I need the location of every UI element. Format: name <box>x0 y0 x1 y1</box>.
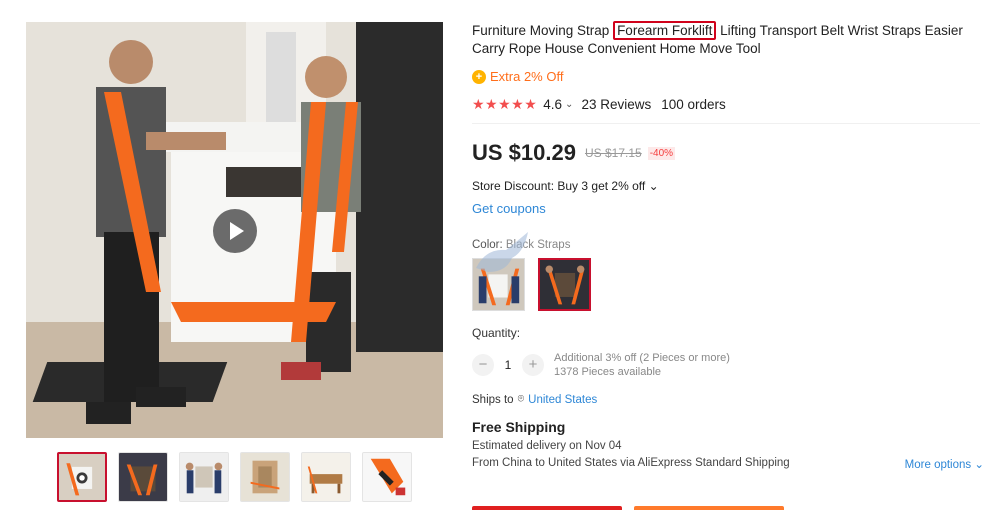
color-swatch-black[interactable] <box>538 258 591 311</box>
ships-to-label: Ships to <box>472 393 514 406</box>
coin-icon: + <box>472 69 486 84</box>
product-title: Furniture Moving Strap Forearm Forklift … <box>472 21 982 58</box>
shipping-route-row: From China to United States via AliExpre… <box>472 457 984 471</box>
get-coupons-link[interactable]: Get coupons <box>472 201 987 216</box>
thumbnail-1[interactable] <box>57 452 107 502</box>
reviews-link[interactable]: 23 Reviews <box>581 97 651 112</box>
thumbnail-5[interactable] <box>301 452 351 502</box>
thumbnail-4[interactable] <box>240 452 290 502</box>
chevron-down-icon: ⌄ <box>648 179 659 193</box>
quantity-row: − 1 + Additional 3% off (2 Pieces or mor… <box>472 351 987 379</box>
title-highlight: Forearm Forklift <box>613 21 717 40</box>
original-price: US $17.15 <box>584 146 642 160</box>
play-video-button[interactable] <box>213 209 257 253</box>
thumbnail-strip <box>57 452 412 502</box>
more-options-link[interactable]: More options ⌄ <box>905 457 984 471</box>
store-discount-text: Store Discount: Buy 3 get 2% off <box>472 179 646 193</box>
more-options-label: More options <box>904 459 972 471</box>
star-rating-icons: ★★★★★ <box>472 96 538 112</box>
quantity-bulk-discount: Additional 3% off (2 Pieces or more) <box>554 352 730 364</box>
price-row: US $10.29 US $17.15 -40% <box>472 140 987 166</box>
estimated-delivery: Estimated delivery on Nov 04 <box>472 440 622 452</box>
color-swatch-orange[interactable] <box>472 258 525 311</box>
main-product-image[interactable] <box>26 22 443 438</box>
ships-to-row: Ships to ⌾ United States <box>472 393 987 406</box>
thumbnail-3[interactable] <box>179 452 229 502</box>
discount-badge: -40% <box>647 146 676 160</box>
title-part-1: Furniture Moving Strap <box>472 23 614 38</box>
quantity-label: Quantity: <box>472 326 521 340</box>
ships-to-country[interactable]: United States <box>528 394 597 406</box>
shipping-route: From China to United States via AliExpre… <box>472 457 790 469</box>
chevron-down-icon: ⌄ <box>974 459 984 471</box>
color-value: Black Straps <box>505 239 571 251</box>
quantity-decrease-button[interactable]: − <box>472 354 494 376</box>
product-info-panel: Furniture Moving Strap Forearm Forklift … <box>472 21 987 471</box>
rating-row: ★★★★★ 4.6 ⌄ 23 Reviews 100 orders <box>472 96 980 124</box>
rating-value: 4.6 <box>543 97 563 112</box>
thumbnail-2[interactable] <box>118 452 168 502</box>
extra-offer[interactable]: + Extra 2% Off <box>472 69 987 84</box>
color-label: Color: <box>472 239 503 251</box>
current-price: US $10.29 <box>472 140 576 165</box>
quantity-note: Additional 3% off (2 Pieces or more) 137… <box>554 351 730 379</box>
thumbnail-6[interactable] <box>362 452 412 502</box>
quantity-input[interactable]: 1 <box>494 358 522 372</box>
buy-now-button-edge[interactable] <box>472 506 622 510</box>
quantity-available: 1378 Pieces available <box>554 366 662 378</box>
chevron-down-icon[interactable]: ⌄ <box>565 99 573 110</box>
store-discount[interactable]: Store Discount: Buy 3 get 2% off ⌄ <box>472 179 987 193</box>
free-shipping-label: Free Shipping <box>472 419 566 435</box>
add-to-cart-button-edge[interactable] <box>634 506 784 510</box>
location-pin-icon: ⌾ <box>517 393 525 405</box>
extra-offer-text: Extra 2% Off <box>490 69 564 84</box>
orders-count: 100 orders <box>661 97 726 112</box>
color-label-row: Color: Black Straps <box>472 239 987 251</box>
quantity-increase-button[interactable]: + <box>522 354 544 376</box>
color-swatches <box>472 258 987 311</box>
